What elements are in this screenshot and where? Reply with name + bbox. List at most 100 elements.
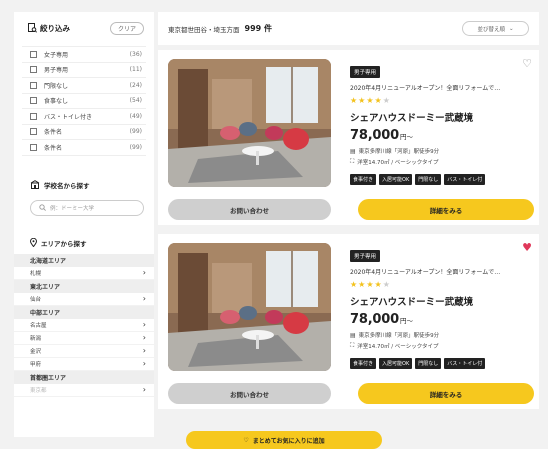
checkbox[interactable]	[30, 50, 37, 58]
feature-badge: 門限なし	[415, 174, 442, 185]
sort-label: 並び替え順	[477, 26, 505, 33]
clear-button[interactable]: クリア	[110, 21, 144, 35]
checkbox[interactable]	[30, 66, 37, 74]
filter-label: 条件名	[44, 144, 63, 152]
filter-label: 男子専用	[44, 67, 69, 75]
filter-list: 女子専用 (36) 男子専用 (11) 門限なし (24) 食事なし (54) バス・ト…	[22, 46, 146, 156]
star-icon: ★	[350, 280, 359, 289]
breadcrumb: 東京都世田谷・埼玉方面	[168, 25, 240, 34]
category-tag: 男子専用	[350, 250, 381, 262]
area-search-label: エリアから探す	[41, 239, 87, 248]
feature-badge: 入居可能OK	[379, 174, 413, 185]
result-count: 999 件	[244, 24, 272, 33]
filter-label: 食事なし	[44, 98, 69, 106]
add-all-favorites-button[interactable]: ♡ まとめてお気に入りに追加	[186, 431, 382, 449]
chevron-right-icon: ›	[142, 294, 146, 303]
favorite-heart-icon[interactable]: ♡	[522, 58, 532, 69]
feature-badge: 食事付き	[350, 358, 377, 369]
room-photo[interactable]	[168, 59, 331, 187]
floor-plan-icon: ⛶	[350, 342, 355, 349]
area-item-label: 札幌	[30, 270, 42, 277]
area-item[interactable]: 新潟 ›	[14, 332, 154, 345]
filter-option[interactable]: 条件名 (99)	[22, 140, 146, 156]
filter-option[interactable]: 男子専用 (11)	[22, 63, 146, 78]
filter-label: 女子専用	[44, 51, 69, 59]
listing-card: 男子専用 ♡ 2020年4月リニューアルオープン！全面リフォームで… ★★★★★…	[158, 50, 539, 225]
category-tag: 男子専用	[350, 66, 381, 78]
chevron-right-icon: ›	[142, 268, 146, 277]
area-item-label: 仙台	[30, 296, 42, 303]
filter-option[interactable]: 条件名 (99)	[22, 125, 146, 140]
filter-title: 絞り込み	[28, 23, 70, 34]
checkbox[interactable]	[30, 143, 37, 151]
star-empty-icon: ★	[382, 96, 391, 105]
rating-stars: ★★★★★	[350, 97, 534, 105]
checkbox[interactable]	[30, 81, 37, 89]
listing-card: 男子専用 ♥ 2020年4月リニューアルオープン！全面リフォームで… ★★★★★…	[158, 234, 539, 409]
inquiry-button[interactable]: お問い合わせ	[168, 383, 331, 404]
view-details-button[interactable]: 詳細をみる	[358, 383, 534, 404]
location-text: 東京多摩川線「河原」駅徒歩9分	[358, 333, 440, 339]
listing-info: 男子専用 ♥ 2020年4月リニューアルオープン！全面リフォームで… ★★★★★…	[350, 242, 534, 369]
search-icon	[39, 204, 46, 211]
area-group-heading: 北海道エリア	[14, 253, 154, 267]
chevron-down-icon: ⌄	[508, 25, 514, 32]
filter-count: (99)	[129, 128, 142, 136]
train-icon: ▤	[350, 331, 356, 339]
location-text: 東京多摩川線「河原」駅徒歩9分	[358, 149, 440, 155]
sort-dropdown[interactable]: 並び替え順 ⌄	[462, 21, 529, 36]
area-search-heading: エリアから探す	[14, 238, 154, 248]
area-item[interactable]: 札幌 ›	[14, 267, 154, 280]
school-icon	[30, 180, 40, 189]
checkbox[interactable]	[30, 97, 37, 105]
area-list: 北海道エリア 札幌 › 東北エリア 仙台 › 中部エリア 名古屋 › 新潟 › 金沢 › …	[14, 253, 154, 397]
location-info: ▤ 東京多摩川線「河原」駅徒歩9分	[350, 331, 534, 340]
feature-badges: 食事付き 入居可能OK 門限なし バス・トイレ付	[350, 174, 534, 185]
chevron-right-icon: ›	[142, 320, 146, 329]
area-item[interactable]: 仙台 ›	[14, 293, 154, 306]
results-header: 東京都世田谷・埼玉方面 999 件 並び替え順 ⌄	[158, 12, 539, 45]
checkbox[interactable]	[30, 112, 37, 120]
room-photo-image	[168, 243, 331, 371]
star-icon: ★	[366, 96, 375, 105]
room-photo-image	[168, 59, 331, 187]
property-name[interactable]: シェアハウスドーミー武蔵境	[350, 294, 534, 308]
area-group-heading: 中部エリア	[14, 305, 154, 319]
filter-header: 絞り込み クリア	[14, 12, 154, 42]
area-item-label: 名古屋	[30, 322, 47, 329]
price-unit: 円〜	[399, 317, 413, 325]
view-details-button[interactable]: 詳細をみる	[358, 199, 534, 220]
filter-option[interactable]: 女子専用 (36)	[22, 47, 146, 63]
area-item[interactable]: 甲府 ›	[14, 358, 154, 371]
area-item-label: 金沢	[30, 348, 42, 355]
area-item[interactable]: 東京都 ›	[14, 384, 154, 397]
filter-count: (11)	[129, 66, 142, 74]
area-item[interactable]: 名古屋 ›	[14, 319, 154, 332]
location-info: ▤ 東京多摩川線「河原」駅徒歩9分	[350, 147, 534, 156]
school-search-input[interactable]: 例：ドーミー大学	[30, 199, 144, 216]
star-icon: ★	[366, 280, 375, 289]
checkbox[interactable]	[30, 128, 37, 136]
filter-count: (24)	[129, 81, 142, 89]
listing-info: 男子専用 ♡ 2020年4月リニューアルオープン！全面リフォームで… ★★★★★…	[350, 58, 534, 185]
filter-title-label: 絞り込み	[40, 23, 70, 33]
filter-option[interactable]: 食事なし (54)	[22, 94, 146, 109]
star-icon: ★	[350, 96, 359, 105]
feature-badge: 食事付き	[350, 174, 377, 185]
area-item[interactable]: 金沢 ›	[14, 345, 154, 358]
add-all-favorites-label: まとめてお気に入りに追加	[252, 437, 325, 445]
filter-icon	[28, 23, 37, 33]
feature-badge: 入居可能OK	[379, 358, 413, 369]
area-item-label: 甲府	[30, 361, 42, 368]
star-icon: ★	[374, 96, 383, 105]
room-photo[interactable]	[168, 243, 331, 371]
filter-option[interactable]: バス・トイレ付き (49)	[22, 109, 146, 125]
school-search-placeholder: 例：ドーミー大学	[50, 205, 95, 212]
favorite-heart-icon[interactable]: ♥	[522, 242, 532, 253]
chevron-right-icon: ›	[142, 333, 146, 342]
filter-count: (36)	[129, 50, 142, 58]
inquiry-button[interactable]: お問い合わせ	[168, 199, 331, 220]
room-size-text: 洋室14.70㎡ / ベーシックタイプ	[357, 344, 439, 350]
property-name[interactable]: シェアハウスドーミー武蔵境	[350, 110, 534, 124]
filter-option[interactable]: 門限なし (24)	[22, 78, 146, 94]
